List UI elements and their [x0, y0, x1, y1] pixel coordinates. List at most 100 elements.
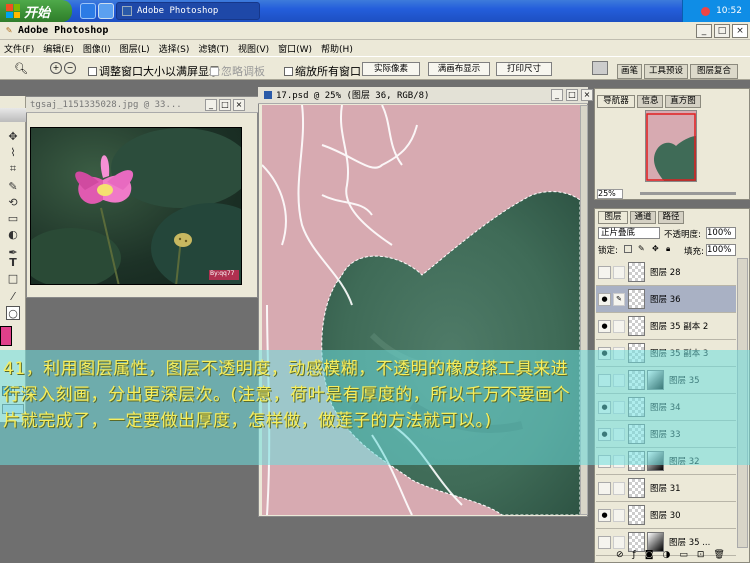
tab-tool-presets[interactable]: 工具预设 [644, 64, 688, 79]
doc2-close-button[interactable]: × [581, 89, 593, 101]
menu-window[interactable]: 窗口(W) [278, 42, 312, 55]
zoom-tool-selected-icon[interactable]: ○ [6, 306, 20, 320]
link-slot-icon[interactable] [613, 319, 625, 333]
lock-transparency-icon[interactable] [624, 245, 632, 253]
maximize-button[interactable]: □ [714, 24, 730, 38]
tab-brushes[interactable]: 画笔 [617, 64, 642, 79]
layer-row[interactable]: 图层 28 [596, 259, 736, 286]
menu-select[interactable]: 选择(S) [159, 42, 190, 55]
ignore-palettes-checkbox[interactable]: 忽略调板 [210, 63, 265, 79]
visibility-eye-icon[interactable]: ● [598, 292, 611, 306]
brush-tool-icon[interactable]: ✎ [6, 180, 20, 194]
link-slot-icon[interactable] [613, 481, 625, 495]
navigator-preview[interactable] [645, 110, 697, 182]
fill-label: 填充: [684, 247, 704, 257]
eraser-tool-icon[interactable]: ▭ [6, 212, 20, 226]
visibility-eye-icon[interactable] [598, 535, 611, 549]
crop-tool-icon[interactable]: ⌗ [6, 162, 20, 176]
print-size-button[interactable]: 打印尺寸 [496, 62, 552, 76]
menu-view[interactable]: 视图(V) [238, 42, 269, 55]
foreground-color-swatch[interactable] [0, 326, 12, 346]
lock-pixels-icon[interactable]: ✎ [638, 244, 645, 253]
menu-layer[interactable]: 图层(L) [120, 42, 150, 55]
link-slot-icon[interactable] [613, 265, 625, 279]
actual-pixels-button[interactable]: 实际像素 [362, 62, 420, 76]
visibility-eye-icon[interactable] [598, 265, 611, 279]
menu-file[interactable]: 文件(F) [4, 42, 34, 55]
type-tool-icon[interactable]: T [6, 256, 20, 270]
active-brush-icon[interactable]: ✎ [613, 292, 625, 306]
clock: 10:52 [716, 6, 742, 16]
tab-layers[interactable]: 图层 [598, 211, 628, 224]
eyedropper-tool-icon[interactable]: ⁄ [6, 290, 20, 304]
app-title: Adobe Photoshop [18, 25, 109, 36]
visibility-eye-icon[interactable]: ● [598, 508, 611, 522]
taskbar-photoshop-button[interactable]: Adobe Photoshop [116, 2, 260, 20]
tab-histogram[interactable]: 直方图 [665, 95, 701, 108]
zoom-tool-icon[interactable]: 🔍︎ [14, 62, 28, 75]
app-titlebar: ✎ Adobe Photoshop [0, 22, 750, 40]
blur-tool-icon[interactable]: ◐ [6, 228, 20, 242]
palette-well-icon[interactable] [592, 61, 608, 75]
tab-channels[interactable]: 通道 [630, 211, 656, 224]
menu-image[interactable]: 图像(I) [83, 42, 111, 55]
navigator-zoom-slider[interactable] [640, 192, 736, 195]
menu-filter[interactable]: 滤镜(T) [198, 42, 229, 55]
desktop-icon[interactable] [98, 3, 114, 19]
tab-paths[interactable]: 路径 [658, 211, 684, 224]
doc1-close-button[interactable]: × [233, 99, 245, 111]
doc2-maximize-button[interactable]: □ [566, 89, 578, 101]
close-button[interactable]: × [732, 24, 748, 38]
adjustment-layer-icon[interactable]: ◑ [662, 550, 670, 560]
layer-row[interactable]: ● 图层 35 副本 2 [596, 313, 736, 340]
caption-text: 41，利用图层属性，图层不透明度，动感模糊，不透明的橡皮搽工具来进行深入刻画，分… [3, 359, 571, 431]
resize-window-checkbox[interactable]: 调整窗口大小以满屏显示 [88, 63, 220, 79]
doc1-maximize-button[interactable]: □ [219, 99, 231, 111]
link-slot-icon[interactable] [613, 508, 625, 522]
visibility-eye-icon[interactable] [598, 481, 611, 495]
ignore-palettes-label: 忽略调板 [221, 65, 265, 78]
lock-position-icon[interactable]: ✥ [652, 244, 659, 253]
opacity-field[interactable]: 100% [706, 227, 736, 239]
layer-row[interactable]: 图层 31 [596, 475, 736, 502]
add-mask-icon[interactable]: ◙ [645, 550, 654, 560]
zoom-in-icon[interactable]: + [50, 62, 62, 74]
blend-mode-select[interactable]: 正片叠底 [598, 227, 660, 239]
history-brush-tool-icon[interactable]: ⟲ [6, 196, 20, 210]
fill-field[interactable]: 100% [706, 244, 736, 256]
tab-info[interactable]: 信息 [637, 95, 663, 108]
lock-all-icon[interactable]: 🔒︎ [666, 244, 670, 254]
tab-layer-comps[interactable]: 图层复合 [690, 64, 738, 79]
menu-help[interactable]: 帮助(H) [321, 42, 353, 55]
delete-layer-icon[interactable]: 🗑︎ [713, 550, 724, 560]
link-slot-icon[interactable] [613, 535, 625, 549]
doc1-minimize-button[interactable]: _ [205, 99, 217, 111]
doc2-minimize-button[interactable]: _ [551, 89, 563, 101]
move-tool-icon[interactable]: ✥ [6, 130, 20, 144]
link-layers-icon[interactable]: ⊘ [616, 550, 624, 560]
zoom-out-icon[interactable]: − [64, 62, 76, 74]
lasso-tool-icon[interactable]: ⌇ [6, 146, 20, 160]
new-layer-icon[interactable]: ⊡ [697, 550, 705, 560]
shape-tool-icon[interactable]: □ [6, 272, 20, 286]
minimize-button[interactable]: _ [696, 24, 712, 38]
visibility-eye-icon[interactable]: ● [598, 319, 611, 333]
menu-edit[interactable]: 编辑(E) [43, 42, 74, 55]
zoom-all-checkbox[interactable]: 缩放所有窗口 [284, 63, 361, 79]
layers-footer: ⊘ ƒ ◙ ◑ ▭ ⊡ 🗑︎ [596, 548, 748, 562]
photoshop-icon [122, 6, 132, 16]
layer-row[interactable]: ● ✎ 图层 36 [596, 286, 736, 313]
new-group-icon[interactable]: ▭ [679, 550, 688, 560]
start-button[interactable]: 开始 [0, 0, 72, 22]
navigator-zoom-field[interactable]: 25% [597, 189, 623, 199]
layer-name: 图层 28 [650, 268, 681, 278]
resize-window-label: 调整窗口大小以满屏显示 [99, 65, 220, 78]
ie-icon[interactable] [80, 3, 96, 19]
toolbox-header [0, 108, 26, 122]
layer-style-icon[interactable]: ƒ [633, 550, 636, 560]
layer-name: 图层 31 [650, 484, 681, 494]
tray-icon[interactable] [701, 6, 711, 16]
fit-screen-button[interactable]: 满画布显示 [428, 62, 490, 76]
tab-navigator[interactable]: 导航器 [597, 95, 635, 108]
layer-row[interactable]: ● 图层 30 [596, 502, 736, 529]
